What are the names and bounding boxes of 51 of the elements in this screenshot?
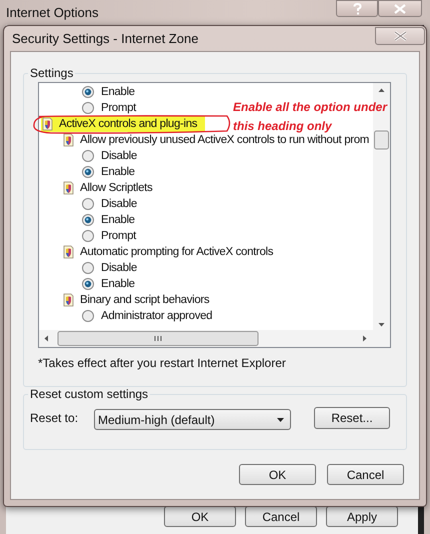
help-icon [352,2,362,14]
setting-label: Binary and script behaviors [80,294,210,306]
dialog-title: Security Settings - Internet Zone [12,31,198,46]
option-label: Prompt [101,230,136,242]
close-icon [394,4,406,14]
option-label: Administrator approved [101,310,212,322]
radio-button[interactable] [82,230,95,242]
dialog-button[interactable]: OK [164,506,236,527]
radio-button[interactable] [82,198,95,210]
option-label: Enable [101,86,135,98]
dialog-button[interactable]: Cancel [327,464,404,485]
radio-button[interactable] [82,278,95,290]
radio-button[interactable] [82,310,95,322]
group-label: Reset custom settings [29,387,150,401]
window-title: Internet Options [6,5,98,20]
close-button[interactable] [375,27,425,45]
reset-button[interactable]: Reset... [314,407,390,429]
radio-button[interactable] [82,102,95,114]
option-label: Enable [101,214,135,226]
dialog-button[interactable]: Apply [326,506,398,527]
dialog-button[interactable]: OK [239,464,316,485]
radio-button[interactable] [82,166,95,178]
field-label: Reset to: [30,411,80,425]
option-label: Disable [101,150,137,162]
close-icon [394,31,406,41]
shield-icon [63,133,74,147]
help-button[interactable] [336,0,378,17]
radio-button[interactable] [82,214,95,226]
setting-label: Automatic prompting for ActiveX controls [80,246,274,258]
option-label: Disable [101,198,137,210]
radio-button[interactable] [82,86,95,98]
category-heading: ActiveX controls and plug-ins [59,118,198,130]
radio-button[interactable] [82,262,95,274]
footnote: *Takes effect after you restart Internet Explorer [38,356,287,370]
dialog-button[interactable]: Cancel [245,506,317,527]
setting-label: Allow previously unused ActiveX controls to run without prom [80,134,370,146]
dropdown[interactable]: Medium-high (default) [94,409,291,430]
radio-button[interactable] [82,150,95,162]
setting-label: Allow Scriptlets [80,182,152,194]
caret-icon [277,418,284,422]
option-label: Enable [101,166,135,178]
close-button[interactable] [378,0,422,17]
shield-icon [63,245,74,259]
option-label: Enable [101,278,135,290]
shield-icon [63,293,74,307]
group-label: Settings [29,66,74,80]
option-label: Disable [101,262,137,274]
annotation-text: Enable all the option under this heading only [233,99,388,134]
shield-icon [63,181,74,195]
option-label: Prompt [101,102,136,114]
shield-icon [42,117,53,131]
